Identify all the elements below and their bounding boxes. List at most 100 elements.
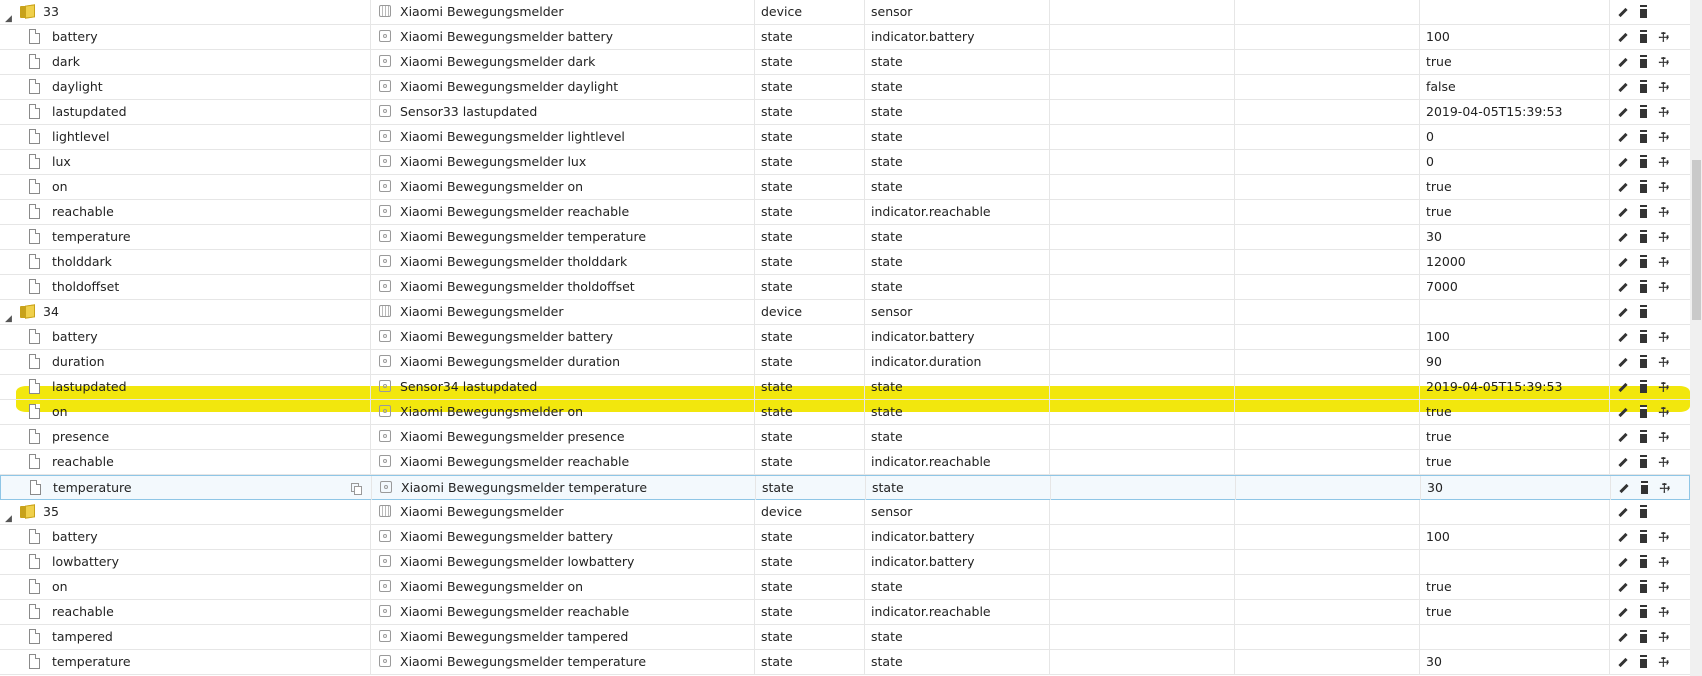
table-row[interactable]: lightlevel Xiaomi Bewegungsmelder lightle… — [0, 125, 1690, 150]
wrench-icon[interactable]: ⚒ — [1654, 253, 1672, 271]
collapse-triangle-icon[interactable]: ◢ — [5, 307, 12, 324]
value-cell[interactable]: true — [1419, 200, 1610, 224]
trash-icon[interactable] — [1635, 279, 1651, 295]
pencil-icon[interactable] — [1615, 329, 1631, 345]
trash-icon[interactable] — [1635, 379, 1651, 395]
trash-icon[interactable] — [1635, 554, 1651, 570]
table-row[interactable]: temperature Xiaomi Bewegungsmelder temper… — [0, 475, 1690, 500]
value-cell[interactable]: 100 — [1419, 25, 1610, 49]
table-row[interactable]: reachable Xiaomi Bewegungsmelder reachabl… — [0, 200, 1690, 225]
trash-icon[interactable] — [1635, 54, 1651, 70]
pencil-icon[interactable] — [1615, 529, 1631, 545]
folder-row[interactable]: ◢ 35 Xiaomi Bewegungsmelder device sensor — [0, 500, 1690, 525]
trash-icon[interactable] — [1635, 654, 1651, 670]
table-row[interactable]: presence Xiaomi Bewegungsmelder presence s… — [0, 425, 1690, 450]
table-row[interactable]: on Xiaomi Bewegungsmelder on state state tru… — [0, 175, 1690, 200]
wrench-icon[interactable]: ⚒ — [1654, 28, 1672, 46]
trash-icon[interactable] — [1635, 179, 1651, 195]
trash-icon[interactable] — [1635, 454, 1651, 470]
trash-icon[interactable] — [1635, 404, 1651, 420]
value-cell[interactable]: 30 — [1419, 225, 1610, 249]
pencil-icon[interactable] — [1615, 29, 1631, 45]
table-row[interactable]: tampered Xiaomi Bewegungsmelder tampered s… — [0, 625, 1690, 650]
wrench-icon[interactable]: ⚒ — [1654, 428, 1672, 446]
vertical-scrollbar[interactable] — [1690, 0, 1702, 676]
wrench-icon[interactable]: ⚒ — [1654, 278, 1672, 296]
wrench-icon[interactable]: ⚒ — [1654, 403, 1672, 421]
wrench-icon[interactable]: ⚒ — [1654, 78, 1672, 96]
wrench-icon[interactable]: ⚒ — [1654, 103, 1672, 121]
pencil-icon[interactable] — [1615, 179, 1631, 195]
scrollbar-thumb[interactable] — [1692, 160, 1701, 320]
trash-icon[interactable] — [1635, 579, 1651, 595]
table-row[interactable]: battery Xiaomi Bewegungsmelder battery sta… — [0, 525, 1690, 550]
table-row[interactable]: lastupdated Sensor33 lastupdated state stat… — [0, 100, 1690, 125]
table-row[interactable]: battery Xiaomi Bewegungsmelder battery sta… — [0, 25, 1690, 50]
value-cell[interactable] — [1419, 300, 1610, 324]
value-cell[interactable]: 100 — [1419, 525, 1610, 549]
table-row[interactable]: lowbattery Xiaomi Bewegungsmelder lowbatt… — [0, 550, 1690, 575]
copy-icon[interactable] — [351, 483, 362, 495]
value-cell[interactable]: 0 — [1419, 150, 1610, 174]
table-row[interactable]: reachable Xiaomi Bewegungsmelder reachabl… — [0, 450, 1690, 475]
value-cell[interactable]: true — [1419, 575, 1610, 599]
folder-row[interactable]: ◢ 33 Xiaomi Bewegungsmelder device sensor — [0, 0, 1690, 25]
value-cell[interactable]: false — [1419, 75, 1610, 99]
pencil-icon[interactable] — [1615, 579, 1631, 595]
pencil-icon[interactable] — [1615, 279, 1631, 295]
pencil-icon[interactable] — [1615, 54, 1631, 70]
value-cell[interactable] — [1419, 625, 1610, 649]
trash-icon[interactable] — [1635, 529, 1651, 545]
value-cell[interactable]: true — [1419, 175, 1610, 199]
wrench-icon[interactable]: ⚒ — [1654, 128, 1672, 146]
value-cell[interactable]: 100 — [1419, 325, 1610, 349]
value-cell[interactable]: true — [1419, 425, 1610, 449]
table-row[interactable]: tholdoffset Xiaomi Bewegungsmelder tholdo… — [0, 275, 1690, 300]
value-cell[interactable]: 2019-04-05T15:39:53 — [1419, 375, 1610, 399]
wrench-icon[interactable]: ⚒ — [1654, 353, 1672, 371]
pencil-icon[interactable] — [1615, 79, 1631, 95]
wrench-icon[interactable]: ⚒ — [1654, 53, 1672, 71]
wrench-icon[interactable]: ⚒ — [1654, 178, 1672, 196]
trash-icon[interactable] — [1635, 79, 1651, 95]
pencil-icon[interactable] — [1615, 404, 1631, 420]
pencil-icon[interactable] — [1615, 654, 1631, 670]
pencil-icon[interactable] — [1615, 254, 1631, 270]
pencil-icon[interactable] — [1615, 354, 1631, 370]
wrench-icon[interactable]: ⚒ — [1654, 553, 1672, 571]
trash-icon[interactable] — [1635, 504, 1651, 520]
value-cell[interactable]: 7000 — [1419, 275, 1610, 299]
value-cell[interactable]: 0 — [1419, 125, 1610, 149]
table-row[interactable]: reachable Xiaomi Bewegungsmelder reachabl… — [0, 600, 1690, 625]
value-cell[interactable]: true — [1419, 600, 1610, 624]
table-row[interactable]: temperature Xiaomi Bewegungsmelder temper… — [0, 650, 1690, 675]
table-row[interactable]: battery Xiaomi Bewegungsmelder battery sta… — [0, 325, 1690, 350]
value-cell[interactable] — [1419, 0, 1610, 24]
value-cell[interactable]: true — [1419, 400, 1610, 424]
wrench-icon[interactable]: ⚒ — [1655, 479, 1673, 497]
pencil-icon[interactable] — [1615, 429, 1631, 445]
trash-icon[interactable] — [1635, 4, 1651, 20]
wrench-icon[interactable]: ⚒ — [1654, 378, 1672, 396]
value-cell[interactable] — [1419, 550, 1610, 574]
value-cell[interactable]: 12000 — [1419, 250, 1610, 274]
value-cell[interactable]: 30 — [1419, 650, 1610, 674]
pencil-icon[interactable] — [1615, 454, 1631, 470]
trash-icon[interactable] — [1635, 604, 1651, 620]
table-row[interactable]: on Xiaomi Bewegungsmelder on state state tru… — [0, 575, 1690, 600]
trash-icon[interactable] — [1636, 480, 1652, 496]
value-cell[interactable]: 2019-04-05T15:39:53 — [1419, 100, 1610, 124]
wrench-icon[interactable]: ⚒ — [1654, 653, 1672, 671]
folder-row[interactable]: ◢ 34 Xiaomi Bewegungsmelder device sensor — [0, 300, 1690, 325]
trash-icon[interactable] — [1635, 329, 1651, 345]
trash-icon[interactable] — [1635, 429, 1651, 445]
wrench-icon[interactable]: ⚒ — [1654, 453, 1672, 471]
collapse-triangle-icon[interactable]: ◢ — [5, 7, 12, 24]
trash-icon[interactable] — [1635, 229, 1651, 245]
wrench-icon[interactable]: ⚒ — [1654, 203, 1672, 221]
pencil-icon[interactable] — [1615, 129, 1631, 145]
value-cell[interactable]: true — [1419, 450, 1610, 474]
table-row[interactable]: temperature Xiaomi Bewegungsmelder temper… — [0, 225, 1690, 250]
table-row[interactable]: dark Xiaomi Bewegungsmelder dark state stat… — [0, 50, 1690, 75]
pencil-icon[interactable] — [1615, 204, 1631, 220]
